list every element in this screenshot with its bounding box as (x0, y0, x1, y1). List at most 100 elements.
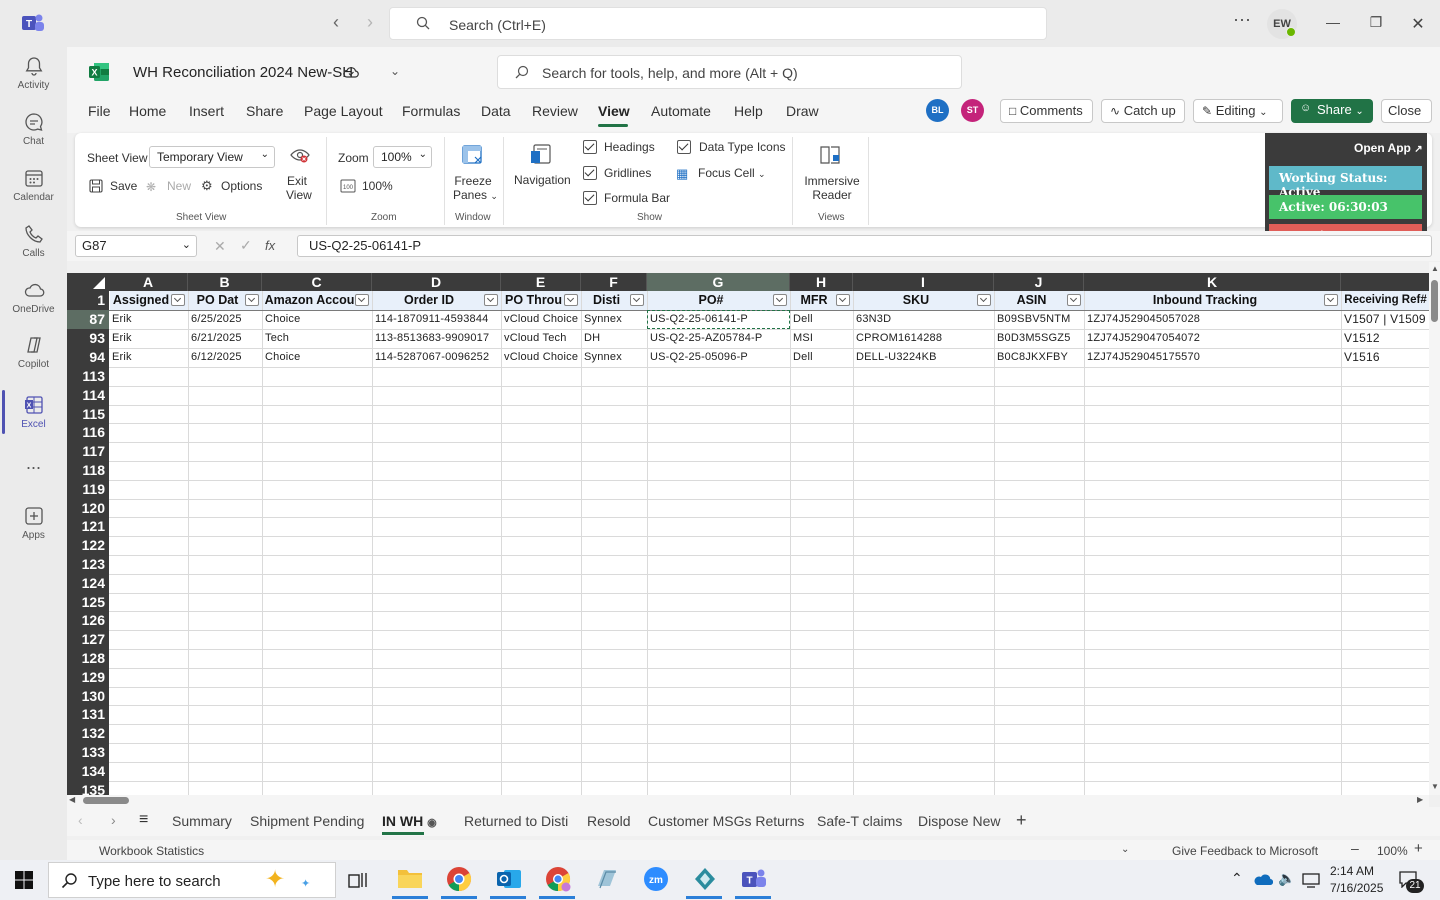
filter-dropdown-icon[interactable] (977, 294, 991, 306)
table-cell[interactable]: B09SBV5NTM (994, 310, 1084, 329)
filter-dropdown-icon[interactable] (773, 294, 787, 306)
row-header[interactable]: 134 (67, 762, 109, 781)
column-header-h[interactable]: H (790, 273, 853, 291)
insert-function-icon[interactable]: fx (265, 238, 275, 253)
taskbar-search-input[interactable]: Type here to search ✦ ✦ (48, 862, 336, 898)
sheet-tab-safe-t-claims[interactable]: Safe-T claims (817, 813, 902, 829)
chrome-profile-icon[interactable] (545, 866, 573, 894)
column-header-b[interactable]: B (188, 273, 262, 291)
table-cell[interactable]: 6/12/2025 (188, 348, 262, 367)
add-sheet-icon[interactable]: + (1016, 810, 1027, 831)
task-view-icon[interactable] (347, 870, 375, 898)
table-cell[interactable]: Erik (109, 348, 188, 367)
column-header-d[interactable]: D (372, 273, 501, 291)
collaborator-avatar[interactable]: ST (961, 99, 984, 122)
close-window-icon[interactable]: ✕ (1408, 14, 1428, 34)
menu-data[interactable]: Data (481, 103, 511, 119)
table-cell[interactable]: 6/25/2025 (188, 310, 262, 329)
row-header[interactable]: 121 (67, 517, 109, 536)
column-header-cell[interactable]: PO# (648, 291, 790, 310)
table-cell[interactable]: DH (581, 329, 647, 348)
app-window-icon[interactable] (594, 866, 622, 894)
menu-page-layout[interactable]: Page Layout (304, 103, 383, 119)
row-header[interactable]: 120 (67, 499, 109, 518)
table-cell[interactable]: V1516 (1341, 348, 1429, 367)
sheet-tab-customer-msgs-returns[interactable]: Customer MSGs Returns (648, 813, 804, 829)
minimize-icon[interactable]: — (1323, 14, 1343, 34)
row-header[interactable]: 116 (67, 423, 109, 442)
table-cell[interactable]: 113-8513683-9909017 (372, 329, 501, 348)
row-header[interactable]: 128 (67, 649, 109, 668)
table-cell[interactable]: vCloud Tech (501, 329, 581, 348)
column-header-k[interactable]: K (1084, 273, 1341, 291)
menu-file[interactable]: File (88, 103, 111, 119)
rail-item-copilot[interactable]: Copilot (0, 334, 67, 370)
collaborator-avatar[interactable]: BL (926, 99, 949, 122)
gridlines-checkbox[interactable] (583, 166, 597, 180)
filter-dropdown-icon[interactable] (1324, 294, 1338, 306)
freeze-panes-button[interactable]: Freeze Panes ⌄ (453, 174, 498, 202)
sheet-tab-dispose-new[interactable]: Dispose New (918, 813, 1000, 829)
rail-item-apps[interactable]: Apps (0, 505, 67, 541)
exit-view-button[interactable]: Exit View (286, 174, 312, 202)
maximize-icon[interactable]: ❐ (1366, 14, 1386, 34)
table-cell[interactable]: 6/21/2025 (188, 329, 262, 348)
chevron-down-icon[interactable]: ⌄ (1121, 844, 1129, 855)
data-type-icons-checkbox[interactable] (677, 140, 691, 154)
column-header-a[interactable]: A (109, 273, 188, 291)
table-cell[interactable]: Tech (262, 329, 372, 348)
table-cell[interactable]: Synnex (581, 310, 647, 329)
table-cell[interactable]: DELL-U3224KB (853, 348, 994, 367)
column-header-j[interactable]: J (994, 273, 1084, 291)
table-cell[interactable]: US-Q2-25-AZ05784-P (647, 329, 790, 348)
menu-automate[interactable]: Automate (651, 103, 711, 119)
immersive-reader-button[interactable]: Immersive Reader (804, 174, 860, 202)
menu-formulas[interactable]: Formulas (402, 103, 460, 119)
network-icon[interactable] (1302, 872, 1320, 888)
table-cell[interactable]: Dell (790, 310, 853, 329)
filter-dropdown-icon[interactable] (245, 294, 259, 306)
row-header[interactable]: 114 (67, 386, 109, 405)
sheet-tab-resold[interactable]: Resold (587, 813, 631, 829)
rail-item-excel[interactable]: X Excel (0, 394, 67, 430)
more-options-icon[interactable]: ⋯ (1230, 10, 1254, 34)
back-arrow-icon[interactable]: ‹ (326, 12, 346, 34)
onedrive-tray-icon[interactable] (1253, 872, 1273, 886)
row-header[interactable]: 133 (67, 743, 109, 762)
column-header-cell[interactable]: SKU (854, 291, 994, 310)
cancel-entry-icon[interactable]: ✕ (214, 238, 226, 255)
table-cell[interactable]: 1ZJ74J529045175570 (1084, 348, 1341, 367)
menu-view[interactable]: View (598, 103, 630, 119)
windows-start-icon[interactable] (15, 871, 33, 889)
teams-logo-icon[interactable]: T (22, 12, 44, 34)
row-header[interactable]: 130 (67, 687, 109, 706)
close-button[interactable]: Close (1381, 99, 1432, 123)
table-cell[interactable]: Synnex (581, 348, 647, 367)
sheet-tab-summary[interactable]: Summary (172, 813, 232, 829)
headings-checkbox[interactable] (583, 140, 597, 154)
vertical-scrollbar[interactable]: ▲ ▼ (1429, 262, 1440, 795)
formula-bar-checkbox[interactable] (583, 191, 597, 205)
navigation-button[interactable]: Navigation (514, 173, 571, 187)
rail-item-onedrive[interactable]: OneDrive (0, 279, 67, 315)
row-header[interactable]: 93 (67, 329, 109, 348)
sheet-tab-in-wh[interactable]: IN WH ◉ (382, 813, 437, 829)
row-header[interactable]: 115 (67, 405, 109, 424)
rail-item-chat[interactable]: Chat (0, 111, 67, 147)
new-view-button[interactable]: New (167, 179, 191, 193)
open-app-button[interactable]: Open App ↗ (1354, 141, 1423, 155)
row-header[interactable]: 131 (67, 705, 109, 724)
row-header[interactable]: 119 (67, 480, 109, 499)
row-header[interactable]: 127 (67, 630, 109, 649)
row-header[interactable]: 87 (67, 310, 109, 329)
share-button[interactable]: ☺ Share ⌄ (1291, 99, 1373, 123)
zoom-dropdown[interactable]: 100% ⌄ (373, 146, 432, 168)
workbook-title[interactable]: WH Reconciliation 2024 New-SH (133, 64, 353, 81)
teams-taskbar-icon[interactable]: T (741, 866, 769, 894)
filter-dropdown-icon[interactable] (564, 294, 578, 306)
column-header-e[interactable]: E (501, 273, 581, 291)
menu-home[interactable]: Home (129, 103, 166, 119)
editing-mode-button[interactable]: ✎ Editing ⌄ (1193, 99, 1283, 123)
table-cell[interactable]: 114-5287067-0096252 (372, 348, 501, 367)
prev-sheet-icon[interactable]: ‹ (78, 812, 83, 828)
